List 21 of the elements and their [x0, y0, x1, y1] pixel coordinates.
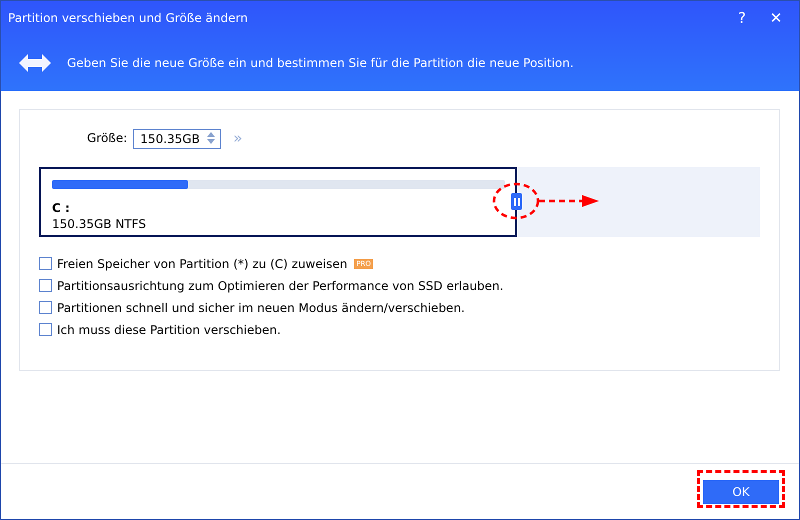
- checkbox[interactable]: [39, 257, 52, 270]
- resize-handle[interactable]: [511, 193, 522, 210]
- close-button[interactable]: ✕: [759, 4, 793, 32]
- help-button[interactable]: ?: [725, 4, 759, 32]
- partition-block[interactable]: C : 150.35GB NTFS: [39, 167, 517, 237]
- partition-info: 150.35GB NTFS: [52, 217, 147, 231]
- instruction-text: Geben Sie die neue Größe ein und bestimmen Sie für die Partition die neue Position.: [67, 56, 574, 70]
- window-title: Partition verschieben und Größe ändern: [8, 11, 249, 25]
- checkbox[interactable]: [39, 301, 52, 314]
- size-field[interactable]: 150.35GB: [133, 129, 222, 149]
- size-label: Größe:: [87, 131, 128, 145]
- option-label: Partitionen schnell und sicher im neuen Modus ändern/verschieben.: [57, 300, 465, 314]
- spinner-icon[interactable]: [207, 131, 216, 145]
- checkbox[interactable]: [39, 279, 52, 292]
- double-arrow-icon: [19, 54, 51, 72]
- partition-name: C :: [52, 201, 71, 215]
- option-label: Freien Speicher von Partition (*) zu (C) zuweisen: [57, 256, 348, 270]
- checkbox[interactable]: [39, 323, 52, 336]
- ok-button[interactable]: OK: [703, 480, 779, 504]
- option-label: Partitionsausrichtung zum Optimieren der Performance von SSD erlauben.: [57, 278, 504, 292]
- option-label: Ich muss diese Partition verschieben.: [57, 322, 281, 336]
